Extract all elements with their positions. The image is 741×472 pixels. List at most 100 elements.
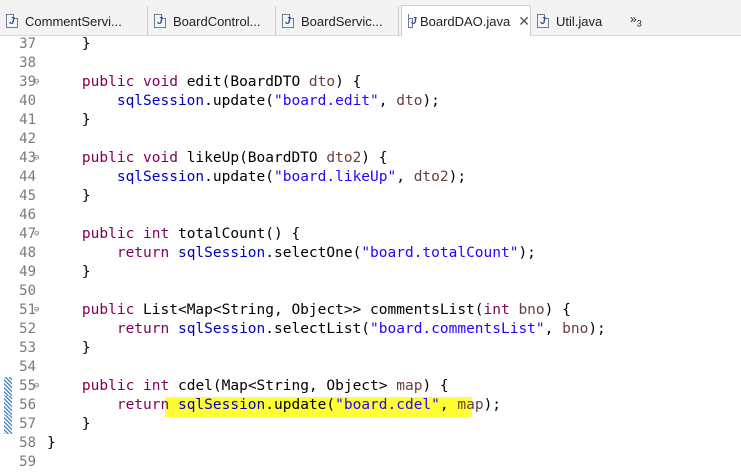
line-number: 44: [19, 169, 36, 185]
java-file-icon: J: [282, 14, 294, 28]
code-line[interactable]: 53 }: [0, 339, 741, 358]
line-gutter[interactable]: 51 ⊖: [0, 301, 40, 320]
fold-toggle-icon[interactable]: ⊖: [34, 149, 39, 168]
code-text: sqlSession.update("board.edit", dto);: [116, 93, 440, 109]
code-line[interactable]: 49 }: [0, 263, 741, 282]
line-number: 41: [19, 112, 36, 128]
code-line[interactable]: 56 return sqlSession.update("board.cdel"…: [0, 396, 741, 415]
line-gutter[interactable]: 39 ⊖: [0, 73, 40, 92]
code-text: }: [47, 36, 91, 52]
tab-label: CommentServi...: [25, 13, 122, 29]
code-line[interactable]: 45 }: [0, 187, 741, 206]
code-text: public void likeUp(BoardDTO dto2) {: [81, 150, 388, 166]
code-text: }: [47, 112, 91, 128]
tab-board-controller[interactable]: J BoardControl...: [148, 6, 276, 36]
code-text: }: [47, 340, 91, 356]
code-text: return sqlSession.selectList("board.comm…: [116, 321, 606, 337]
line-number: 52: [19, 321, 36, 337]
code-line[interactable]: 41 }: [0, 111, 741, 130]
code-text: public List<Map<String, Object>> comment…: [81, 302, 571, 318]
code-line[interactable]: 55 ⊖ public int cdel(Map<String, Object> …: [0, 377, 741, 396]
code-text: }: [47, 264, 91, 280]
line-number: 40: [19, 93, 36, 109]
code-line[interactable]: 47 ⊖ public int totalCount() {: [0, 225, 741, 244]
code-line[interactable]: 46: [0, 206, 741, 225]
line-gutter[interactable]: 46: [0, 206, 40, 225]
line-gutter[interactable]: 44: [0, 168, 40, 187]
line-number: 59: [19, 454, 36, 470]
code-text: }: [47, 435, 56, 451]
tab-comment-service[interactable]: J CommentServi...: [0, 6, 148, 36]
line-gutter[interactable]: 54: [0, 358, 40, 377]
line-gutter[interactable]: 38: [0, 54, 40, 73]
line-gutter[interactable]: 48: [0, 244, 40, 263]
line-number: 48: [19, 245, 36, 261]
code-text: public int cdel(Map<String, Object> map)…: [81, 378, 449, 394]
code-editor[interactable]: 37 } 38 39 ⊖ public void edit(BoardDTO dto)…: [0, 36, 741, 470]
tab-label: BoardControl...: [173, 13, 261, 29]
change-marker: [4, 396, 12, 415]
code-line[interactable]: 58}: [0, 434, 741, 453]
code-line[interactable]: 40 sqlSession.update("board.edit", dto);: [0, 92, 741, 111]
line-gutter[interactable]: 50: [0, 282, 40, 301]
line-gutter[interactable]: 57: [0, 415, 40, 434]
code-line[interactable]: 42: [0, 130, 741, 149]
java-file-icon: J: [6, 14, 18, 28]
code-line[interactable]: 44 sqlSession.update("board.likeUp", dto…: [0, 168, 741, 187]
code-text: sqlSession.update("board.likeUp", dto2);: [116, 169, 467, 185]
line-gutter[interactable]: 43 ⊖: [0, 149, 40, 168]
fold-toggle-icon[interactable]: ⊖: [34, 225, 39, 244]
code-line[interactable]: 39 ⊖ public void edit(BoardDTO dto) {: [0, 73, 741, 92]
code-text: public int totalCount() {: [81, 226, 301, 242]
fold-toggle-icon[interactable]: ⊖: [34, 377, 39, 396]
code-line[interactable]: 38: [0, 54, 741, 73]
tab-label: Util.java: [556, 13, 603, 29]
line-number: 42: [19, 131, 36, 147]
line-number: 37: [19, 36, 36, 52]
line-number: 57: [19, 416, 36, 432]
line-gutter[interactable]: 59: [0, 453, 40, 472]
java-file-icon: J: [154, 14, 166, 28]
code-line[interactable]: 37 }: [0, 35, 741, 54]
code-text: }: [47, 416, 91, 432]
java-file-icon: J: [537, 14, 549, 28]
line-gutter[interactable]: 56: [0, 396, 40, 415]
code-text: return sqlSession.selectOne("board.total…: [116, 245, 536, 261]
tab-board-service[interactable]: J BoardServic...: [276, 6, 399, 36]
code-line[interactable]: 59: [0, 453, 741, 472]
line-number: 45: [19, 188, 36, 204]
close-icon[interactable]: ✕: [518, 13, 530, 30]
line-gutter[interactable]: 37: [0, 35, 40, 54]
fold-toggle-icon[interactable]: ⊖: [34, 301, 39, 320]
code-line[interactable]: 57 }: [0, 415, 741, 434]
tab-overflow-button[interactable]: »3: [630, 12, 642, 28]
tab-label: BoardServic...: [301, 13, 383, 29]
line-gutter[interactable]: 47 ⊖: [0, 225, 40, 244]
tab-util[interactable]: J Util.java: [531, 6, 623, 36]
tab-board-dao[interactable]: J BoardDAO.java ✕: [401, 5, 531, 36]
line-number: 56: [19, 397, 36, 413]
line-number: 58: [19, 435, 36, 451]
line-gutter[interactable]: 49: [0, 263, 40, 282]
line-gutter[interactable]: 45: [0, 187, 40, 206]
line-gutter[interactable]: 42: [0, 130, 40, 149]
code-line[interactable]: 51 ⊖ public List<Map<String, Object>> com…: [0, 301, 741, 320]
code-text: public void edit(BoardDTO dto) {: [81, 74, 362, 90]
line-gutter[interactable]: 41: [0, 111, 40, 130]
code-line[interactable]: 54: [0, 358, 741, 377]
code-line[interactable]: 43 ⊖ public void likeUp(BoardDTO dto2) {: [0, 149, 741, 168]
code-line[interactable]: 48 return sqlSession.selectOne("board.to…: [0, 244, 741, 263]
change-marker: [4, 415, 12, 434]
line-number: 50: [19, 283, 36, 299]
line-gutter[interactable]: 58: [0, 434, 40, 453]
code-line[interactable]: 52 return sqlSession.selectList("board.c…: [0, 320, 741, 339]
change-marker: [4, 377, 12, 396]
code-text: return sqlSession.update("board.cdel", m…: [116, 397, 502, 413]
line-gutter[interactable]: 55 ⊖: [0, 377, 40, 396]
line-gutter[interactable]: 53: [0, 339, 40, 358]
line-gutter[interactable]: 40: [0, 92, 40, 111]
chevron-double-right-icon: »: [630, 12, 637, 26]
code-line[interactable]: 50: [0, 282, 741, 301]
line-gutter[interactable]: 52: [0, 320, 40, 339]
fold-toggle-icon[interactable]: ⊖: [34, 73, 39, 92]
